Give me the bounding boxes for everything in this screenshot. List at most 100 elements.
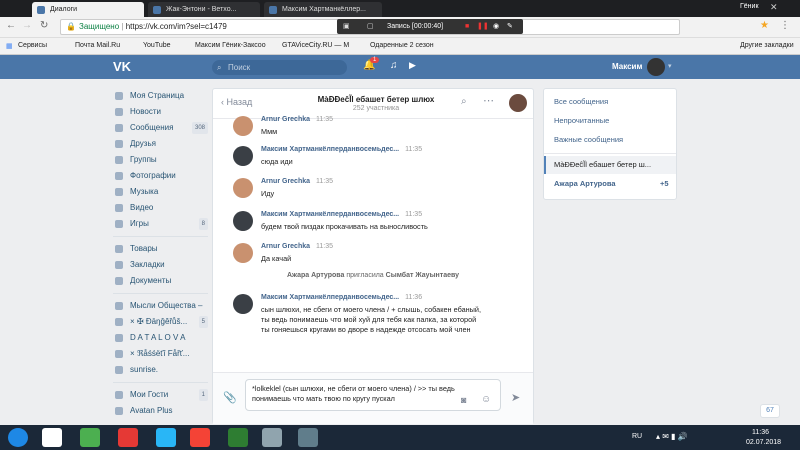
bookmark-odarennye[interactable]: Одаренные 2 сезон bbox=[370, 42, 434, 49]
sidebar-item-community[interactable]: × ℜåśśëťî Fåřť... bbox=[113, 346, 208, 362]
filter-important[interactable]: Важные сообщения bbox=[554, 135, 623, 144]
message-author[interactable]: Arnur Grechka bbox=[261, 116, 310, 123]
avatar[interactable] bbox=[233, 211, 253, 231]
avatar[interactable] bbox=[647, 58, 665, 76]
close-window-icon[interactable]: ✕ bbox=[770, 2, 778, 13]
chrome-icon[interactable] bbox=[190, 428, 210, 447]
search-icon[interactable]: ⌕ bbox=[461, 96, 467, 107]
tab-maxim[interactable]: Максим Хартманкёллер... bbox=[264, 2, 382, 17]
sidebar-item-news[interactable]: Новости bbox=[113, 104, 208, 120]
sidebar-item-music[interactable]: Музыка bbox=[113, 184, 208, 200]
filter-all[interactable]: Все сообщения bbox=[554, 97, 608, 106]
bookmark-other[interactable]: Другие закладки bbox=[740, 42, 794, 49]
avatar[interactable] bbox=[233, 116, 253, 136]
online-counter[interactable]: 67 bbox=[760, 404, 780, 418]
camera-icon[interactable]: ◉ bbox=[493, 19, 499, 34]
bookmark-services[interactable]: Сервисы bbox=[18, 42, 47, 49]
sidebar-item-games[interactable]: Игры 8 bbox=[113, 216, 208, 232]
message-author[interactable]: Arnur Grechka bbox=[261, 178, 310, 185]
sidebar-item-community[interactable]: × ✠ Ðāŋĝêřůš... 5 bbox=[113, 314, 208, 330]
music-icon[interactable]: ♫ bbox=[390, 60, 398, 71]
sidebar-item-guests[interactable]: Мои Гости 1 bbox=[113, 387, 208, 403]
camera-icon[interactable]: ◙ bbox=[461, 395, 466, 405]
paperclip-icon[interactable]: 📎 bbox=[223, 391, 237, 404]
back-button[interactable]: ‹ Назад bbox=[221, 97, 252, 107]
home-icon bbox=[115, 92, 123, 100]
active-chat-item[interactable]: MàĐĐeĉĨl ебашет бетер ш... bbox=[544, 156, 676, 174]
message-author[interactable]: Максим Хартманкёлперданвосемьдес... bbox=[261, 211, 399, 218]
divider bbox=[113, 382, 208, 383]
file-icon[interactable] bbox=[262, 428, 282, 447]
community-count: 5 bbox=[198, 316, 208, 328]
filter-unread[interactable]: Непрочитанные bbox=[554, 116, 609, 125]
sidebar-item-messages[interactable]: Сообщения 308 bbox=[113, 120, 208, 136]
sidebar-item-avatan[interactable]: Avatan Plus bbox=[113, 403, 208, 419]
bookmark-gta[interactable]: GTAViceCity.RU — М bbox=[282, 42, 349, 49]
language-indicator[interactable]: RU bbox=[632, 433, 642, 440]
system-target[interactable]: Сымбат Жауынтаеву bbox=[386, 272, 459, 279]
terminal-icon[interactable] bbox=[228, 428, 248, 447]
url-text: https://vk.com/im?sel=c1479 bbox=[125, 22, 227, 31]
folder-icon[interactable] bbox=[298, 428, 318, 447]
yandex-icon[interactable] bbox=[42, 428, 62, 447]
message-author[interactable]: Arnur Grechka bbox=[261, 243, 310, 250]
tab-dialogs[interactable]: Диалоги bbox=[32, 2, 144, 17]
avatar[interactable] bbox=[233, 146, 253, 166]
pause-icon[interactable]: ❚❚ bbox=[477, 19, 489, 34]
avatar[interactable] bbox=[233, 243, 253, 263]
avatar[interactable] bbox=[233, 178, 253, 198]
pencil-icon[interactable]: ✎ bbox=[507, 19, 513, 34]
avatar[interactable] bbox=[233, 294, 253, 314]
system-actor[interactable]: Ажара Артурова bbox=[287, 272, 344, 279]
sidebar-item-bookmarks[interactable]: Закладки bbox=[113, 257, 208, 273]
sidebar-item-community[interactable]: D A T A L O V A bbox=[113, 330, 208, 346]
sidebar-item-documents[interactable]: Документы bbox=[113, 273, 208, 289]
bookmarks-bar: ▦ Сервисы Почта Mail.Ru YouTube Максим Г… bbox=[0, 38, 800, 55]
chat-avatar[interactable] bbox=[509, 94, 527, 112]
skype-icon[interactable] bbox=[156, 428, 176, 447]
chat-count: +5 bbox=[660, 179, 669, 188]
message-author[interactable]: Максим Хартманкёлперданвосемьдес... bbox=[261, 294, 399, 301]
divider bbox=[113, 236, 208, 237]
more-icon[interactable]: ⋯ bbox=[483, 94, 494, 107]
tab-jack-anthony[interactable]: Жак-Энтони - Ветхо... bbox=[148, 2, 260, 17]
forward-icon[interactable]: → bbox=[22, 20, 32, 31]
chevron-down-icon[interactable]: ▾ bbox=[668, 62, 672, 70]
smile-icon[interactable]: ☺ bbox=[481, 394, 491, 405]
sidebar: Моя Страница Новости Сообщения 308 Друзья… bbox=[113, 88, 208, 419]
stop-icon[interactable]: ■ bbox=[465, 19, 469, 34]
chat-title: MàĐĐeĉĨl ебашет бетер шлюх bbox=[317, 95, 435, 104]
sidebar-item-video[interactable]: Видео bbox=[113, 200, 208, 216]
menu-icon[interactable]: ⋮ bbox=[780, 20, 790, 31]
message-author[interactable]: Максим Хартманкёлперданвосемьдес... bbox=[261, 146, 399, 153]
play-icon[interactable]: ▶ bbox=[409, 60, 416, 71]
screen-icon[interactable]: ▢ bbox=[367, 19, 374, 34]
sidebar-item-community[interactable]: Мысли Общества – bbox=[113, 298, 208, 314]
chat-header: ‹ Назад MàĐĐeĉĨl ебашет бетер шлюх 252 у… bbox=[213, 89, 533, 119]
chat-item[interactable]: Ажара Артурова bbox=[554, 179, 616, 188]
recorder-icon[interactable] bbox=[118, 428, 138, 447]
sidebar-item-goods[interactable]: Товары bbox=[113, 241, 208, 257]
apps-icon[interactable]: ▦ bbox=[6, 42, 13, 50]
app-icon[interactable] bbox=[80, 428, 100, 447]
bookmark-youtube[interactable]: YouTube bbox=[143, 42, 171, 49]
reload-icon[interactable]: ↻ bbox=[40, 20, 48, 31]
chat-panel: ‹ Назад MàĐĐeĉĨl ебашет бетер шлюх 252 у… bbox=[212, 88, 534, 424]
bookmark-mail[interactable]: Почта Mail.Ru bbox=[75, 42, 120, 49]
vk-logo-icon[interactable]: VK bbox=[113, 59, 131, 74]
user-name[interactable]: Максим bbox=[612, 62, 642, 71]
star-icon[interactable]: ★ bbox=[760, 20, 769, 31]
sidebar-item-my-page[interactable]: Моя Страница bbox=[113, 88, 208, 104]
send-icon[interactable]: ➤ bbox=[511, 391, 520, 404]
sidebar-item-community[interactable]: sunrise. bbox=[113, 362, 208, 378]
sidebar-item-photos[interactable]: Фотографии bbox=[113, 168, 208, 184]
tray-icons[interactable]: ▴ ✉ ▮ 🔊 bbox=[656, 432, 688, 441]
back-icon[interactable]: ← bbox=[6, 20, 16, 31]
sidebar-item-groups[interactable]: Группы bbox=[113, 152, 208, 168]
search-input[interactable]: ⌕ Поиск bbox=[212, 60, 347, 75]
video-icon bbox=[115, 204, 123, 212]
sidebar-item-friends[interactable]: Друзья bbox=[113, 136, 208, 152]
pin-icon[interactable]: ▣ bbox=[343, 19, 350, 34]
windows-start-icon[interactable] bbox=[8, 428, 28, 447]
bookmark-maxim[interactable]: Максим Гёник-Заксоо bbox=[195, 42, 266, 49]
